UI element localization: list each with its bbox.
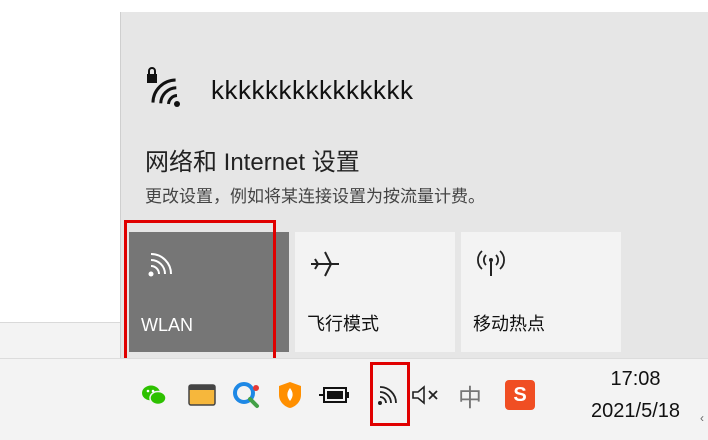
shield-app-icon[interactable] [274, 379, 306, 411]
airplane-mode-tile[interactable]: 飞行模式 [295, 232, 455, 352]
network-settings-link[interactable]: 网络和 Internet 设置 [145, 142, 360, 177]
app-window-icon[interactable] [186, 379, 218, 411]
secured-wifi-icon [145, 66, 193, 114]
sogou-label: S [505, 380, 535, 410]
wifi-icon[interactable] [370, 379, 402, 411]
network-name: kkkkkkkkkkkkkkk [211, 74, 414, 105]
mobile-hotspot-tile[interactable]: 移动热点 [461, 232, 621, 352]
taskbar: 中 S 17:08 2021/5/18 ‹ [0, 358, 708, 440]
wechat-icon[interactable] [138, 379, 170, 411]
desktop-window-edge [0, 322, 120, 361]
speaker-muted-icon[interactable] [410, 379, 442, 411]
tile-label-airplane: 飞行模式 [307, 314, 379, 334]
taskbar-clock[interactable]: 17:08 2021/5/18 [591, 363, 680, 427]
clock-time: 17:08 [610, 368, 661, 390]
network-item[interactable]: kkkkkkkkkkkkkkk [145, 62, 414, 118]
network-flyout: kkkkkkkkkkkkkkk 网络和 Internet 设置 更改设置，例如将… [120, 12, 708, 358]
clock-date: 2021/5/18 [591, 400, 680, 422]
wifi-icon [141, 246, 177, 282]
tile-label-wlan: WLAN [141, 315, 194, 335]
tile-label-hotspot: 移动热点 [473, 314, 545, 334]
show-hidden-icons-chevron-icon[interactable]: ‹ [700, 411, 704, 425]
hotspot-icon [473, 246, 509, 282]
airplane-icon [307, 246, 343, 282]
wlan-toggle-tile[interactable]: WLAN [129, 232, 289, 352]
sogou-icon[interactable]: S [504, 379, 536, 411]
search-app-icon[interactable] [230, 379, 262, 411]
battery-plug-icon[interactable] [318, 379, 350, 411]
network-settings-description: 更改设置，例如将某连接设置为按流量计费。 [145, 187, 485, 206]
input-method-icon[interactable]: 中 [454, 379, 486, 412]
